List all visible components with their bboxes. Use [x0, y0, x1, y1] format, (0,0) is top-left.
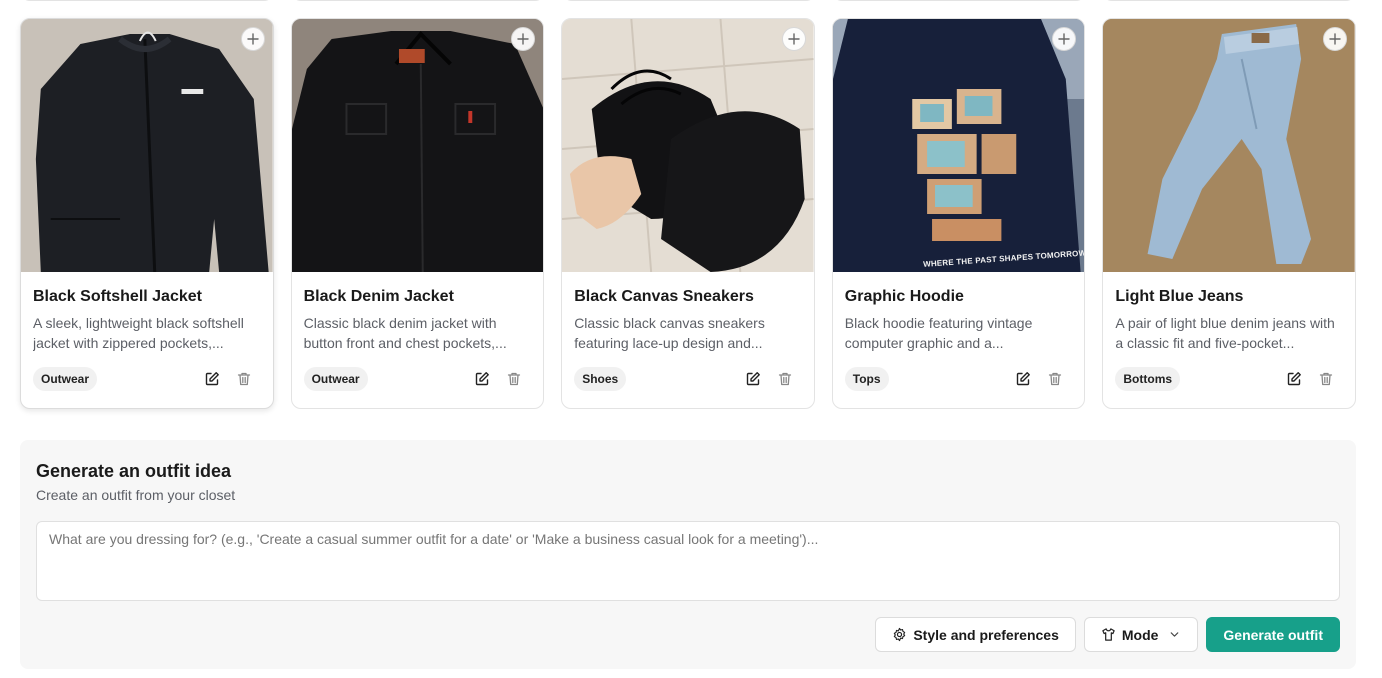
item-photo-denim-jacket: [291, 19, 544, 272]
item-description: Classic black denim jacket with button f…: [303, 315, 507, 351]
closet-grid: Black Softshell Jacket A sleek, lightwei…: [20, 18, 1356, 409]
category-badge: Bottoms: [1115, 367, 1181, 391]
category-badge: Outwear: [303, 367, 368, 391]
generate-outfit-label: Generate outfit: [1223, 626, 1323, 643]
item-description: A sleek, lightweight black softshell jac…: [33, 315, 244, 351]
outfit-generator-panel: Generate an outfit idea Create an outfit…: [20, 440, 1356, 669]
generate-outfit-button[interactable]: Generate outfit: [1206, 617, 1340, 652]
trash-icon: [778, 372, 791, 386]
edit-item-button[interactable]: [744, 370, 762, 388]
item-description: Black hoodie featuring vintage computer …: [844, 315, 1033, 351]
delete-item-button[interactable]: [505, 370, 523, 388]
item-photo-canvas-sneakers: [562, 19, 814, 272]
edit-icon: [475, 372, 490, 386]
trash-icon: [508, 372, 521, 386]
chevron-down-icon: [1171, 632, 1179, 637]
edit-icon: [746, 372, 760, 386]
style-preferences-button[interactable]: Style and preferences: [875, 617, 1076, 652]
add-to-outfit-button[interactable]: [240, 27, 265, 51]
plus-icon: [788, 33, 800, 45]
delete-item-button[interactable]: [1317, 370, 1335, 388]
edit-icon: [205, 372, 219, 386]
item-photo-light-blue-jeans: [1103, 19, 1355, 272]
outfit-prompt-input[interactable]: [36, 521, 1340, 601]
shirt-icon: [1102, 628, 1115, 641]
item-description: Classic black canvas sneakers featuring …: [574, 315, 765, 351]
gear-icon: [894, 627, 906, 642]
add-to-outfit-button[interactable]: [781, 27, 806, 51]
delete-item-button[interactable]: [1046, 370, 1064, 388]
mode-label: Mode: [1121, 626, 1159, 643]
style-preferences-label: Style and preferences: [913, 626, 1059, 643]
trash-icon: [1049, 372, 1062, 386]
item-title: Black Canvas Sneakers: [574, 288, 754, 305]
edit-item-button[interactable]: [1014, 370, 1032, 388]
add-to-outfit-button[interactable]: [511, 27, 536, 51]
generator-subtitle: Create an outfit from your closet: [36, 487, 236, 503]
plus-icon: [1329, 33, 1341, 45]
edit-icon: [1287, 372, 1301, 386]
plus-icon: [1058, 33, 1071, 45]
plus-icon: [246, 33, 259, 45]
plus-icon: [517, 33, 529, 45]
item-photo-graphic-hoodie: WHERE THE PAST SHAPES TOMORROW: [832, 19, 1085, 272]
edit-item-button[interactable]: [203, 370, 221, 388]
item-photo-softshell-jacket: [21, 19, 273, 272]
category-badge: Shoes: [574, 367, 627, 391]
item-title: Black Denim Jacket: [303, 288, 454, 305]
item-title: Graphic Hoodie: [844, 288, 964, 305]
closet-item-card[interactable]: WHERE THE PAST SHAPES TOMORROW Graphic H…: [831, 18, 1086, 409]
edit-item-button[interactable]: [473, 370, 491, 388]
closet-item-card[interactable]: Black Canvas Sneakers Classic black canv…: [561, 18, 815, 409]
category-badge: Outwear: [33, 367, 98, 391]
closet-item-card[interactable]: Black Denim Jacket Classic black denim j…: [290, 18, 545, 409]
item-title: Light Blue Jeans: [1115, 288, 1244, 305]
item-title: Black Softshell Jacket: [33, 288, 202, 305]
edit-icon: [1017, 372, 1031, 386]
generator-title: Generate an outfit idea: [36, 461, 232, 481]
add-to-outfit-button[interactable]: [1322, 27, 1347, 51]
trash-icon: [237, 372, 250, 386]
edit-item-button[interactable]: [1285, 370, 1303, 388]
delete-item-button[interactable]: [776, 370, 794, 388]
delete-item-button[interactable]: [235, 370, 253, 388]
item-description: A pair of light blue denim jeans with a …: [1115, 315, 1335, 351]
closet-item-card[interactable]: Black Softshell Jacket A sleek, lightwei…: [20, 18, 274, 409]
category-badge: Tops: [844, 367, 889, 391]
mode-dropdown-button[interactable]: Mode: [1083, 617, 1199, 652]
closet-item-card[interactable]: Light Blue Jeans A pair of light blue de…: [1102, 18, 1356, 409]
trash-icon: [1319, 372, 1333, 386]
